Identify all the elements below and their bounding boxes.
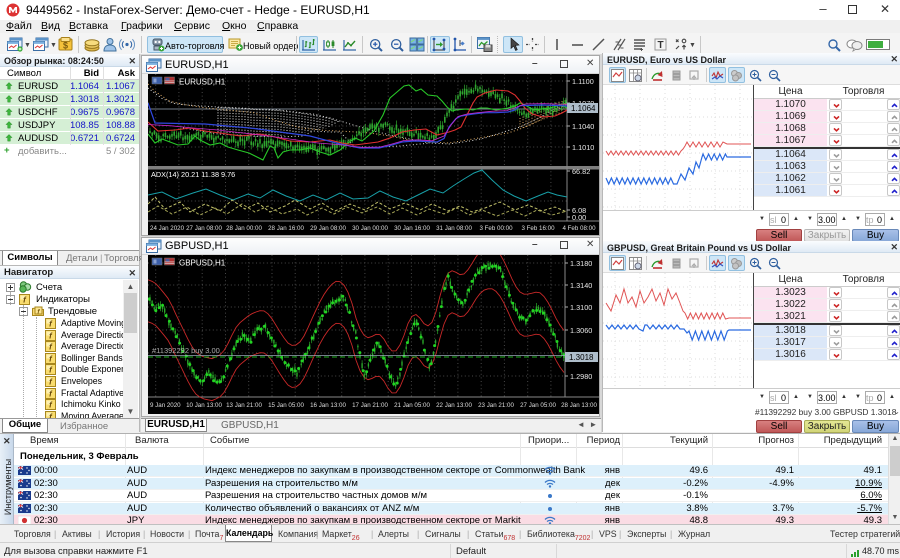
svg-text:4 Feb 08:00: 4 Feb 08:00 (562, 225, 596, 232)
svg-text:1.3100: 1.3100 (570, 303, 592, 312)
svg-text:10 Jan 13:00: 10 Jan 13:00 (186, 402, 222, 409)
svg-text:66.82: 66.82 (572, 167, 590, 176)
svg-text:29 Jan 08:00: 29 Jan 08:00 (310, 225, 346, 232)
svg-text:GBPUSD,H1: GBPUSD,H1 (179, 259, 226, 268)
svg-text:1.2980: 1.2980 (570, 372, 592, 381)
svg-text:28 Jan 16:00: 28 Jan 16:00 (268, 225, 304, 232)
svg-text:23 Jan 21:00: 23 Jan 21:00 (478, 402, 514, 409)
svg-text:1.3140: 1.3140 (570, 281, 592, 290)
svg-text:17 Jan 21:00: 17 Jan 21:00 (352, 402, 388, 409)
svg-text:21 Jan 05:00: 21 Jan 05:00 (394, 402, 430, 409)
svg-text:1.3018: 1.3018 (569, 353, 594, 362)
svg-text:28 Jan 00:00: 28 Jan 00:00 (226, 225, 262, 232)
svg-text:15 Jan 05:00: 15 Jan 05:00 (268, 402, 304, 409)
svg-text:3 Feb 16:00: 3 Feb 16:00 (521, 225, 555, 232)
svg-text:1.1100: 1.1100 (572, 77, 594, 86)
svg-text:1.1040: 1.1040 (572, 122, 594, 131)
svg-text:27 Jan 05:00: 27 Jan 05:00 (520, 402, 556, 409)
svg-text:EURUSD,H1: EURUSD,H1 (179, 78, 226, 87)
svg-text:22 Jan 13:00: 22 Jan 13:00 (436, 402, 472, 409)
svg-text:24 Jan 2020: 24 Jan 2020 (150, 225, 185, 232)
svg-text:#11392292 buy 3.00: #11392292 buy 3.00 (152, 346, 220, 355)
svg-text:30 Jan 16:00: 30 Jan 16:00 (394, 225, 430, 232)
svg-text:13 Jan 21:00: 13 Jan 21:00 (226, 402, 262, 409)
svg-text:30 Jan 00:00: 30 Jan 00:00 (352, 225, 388, 232)
svg-text:1.1010: 1.1010 (572, 143, 594, 152)
svg-text:1.3180: 1.3180 (570, 259, 592, 268)
svg-text:3 Feb 00:00: 3 Feb 00:00 (479, 225, 513, 232)
svg-text:28 Jan 13:00: 28 Jan 13:00 (561, 402, 597, 409)
svg-text:$: $ (63, 41, 68, 51)
svg-text:16 Jan 13:00: 16 Jan 13:00 (310, 402, 346, 409)
svg-text:1.1064: 1.1064 (571, 104, 596, 113)
svg-text:ADX(14) 20.21 11.38 9.76: ADX(14) 20.21 11.38 9.76 (151, 170, 235, 179)
svg-text:1.3060: 1.3060 (570, 326, 592, 335)
svg-text:9 Jan 2020: 9 Jan 2020 (150, 402, 181, 409)
svg-text:31 Jan 08:00: 31 Jan 08:00 (436, 225, 472, 232)
svg-text:0.00: 0.00 (572, 213, 586, 222)
svg-text:27 Jan 08:00: 27 Jan 08:00 (186, 225, 222, 232)
